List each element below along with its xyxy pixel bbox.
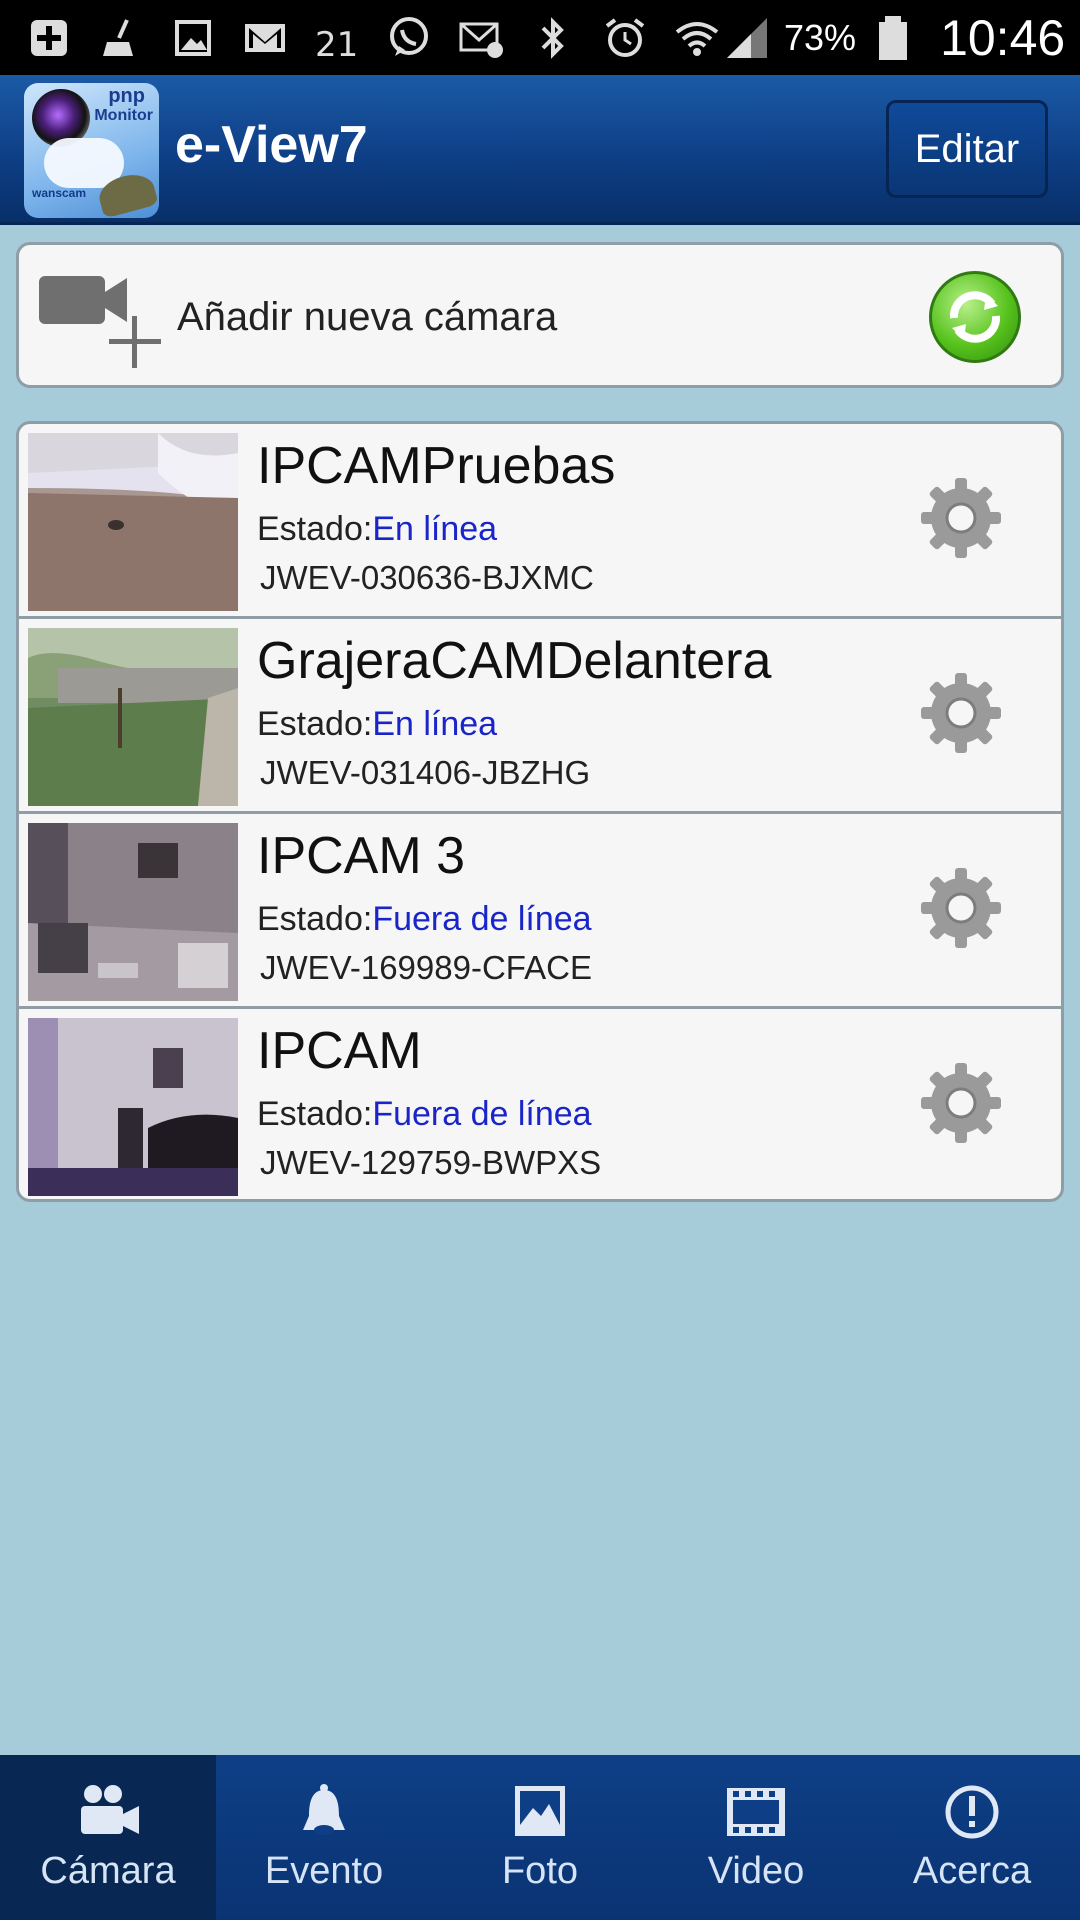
camera-item[interactable]: IPCAM Estado:Fuera de línea JWEV-129759-… <box>19 1009 1061 1199</box>
status-value: En línea <box>372 705 498 743</box>
film-icon <box>727 1788 785 1836</box>
battery-percent: 73% <box>784 16 857 58</box>
nav-tab-evento[interactable]: Evento <box>216 1755 432 1920</box>
status-label: Estado: <box>257 510 373 548</box>
add-camera-icon <box>39 276 161 368</box>
alarm-icon <box>600 13 650 63</box>
gear-icon[interactable] <box>919 866 1003 950</box>
camera-thumbnail[interactable] <box>28 823 238 1001</box>
camera-name: IPCAM 3 <box>257 827 466 885</box>
camera-name: IPCAMPruebas <box>257 437 616 495</box>
status-value: En línea <box>372 510 498 548</box>
refresh-button[interactable] <box>929 271 1021 363</box>
bottom-navigation: Cámara Evento Foto Video Acerca <box>0 1755 1080 1920</box>
nav-label: Foto <box>501 1850 579 1892</box>
photo-icon <box>515 1786 565 1836</box>
status-label: Estado: <box>257 900 373 938</box>
camera-status: Estado:Fuera de línea <box>257 1095 592 1134</box>
edit-button[interactable]: Editar <box>886 100 1048 198</box>
add-camera-row[interactable]: Añadir nueva cámara <box>16 242 1064 388</box>
app-title: e-View7 <box>175 116 368 174</box>
email-icon <box>456 13 506 63</box>
nav-tab-foto[interactable]: Foto <box>432 1755 648 1920</box>
gmail-icon <box>240 13 290 63</box>
camera-icon <box>81 1785 139 1834</box>
wifi-icon <box>672 13 722 63</box>
app-logo: pnp Monitor wanscam <box>24 83 159 218</box>
camera-id: JWEV-031406-JBZHG <box>260 754 591 791</box>
app-header: pnp Monitor wanscam e-View7 Editar <box>0 75 1080 225</box>
status-bar: 21 73% 10:46 <box>0 0 1080 75</box>
whatsapp-icon <box>384 13 434 63</box>
camera-status: Estado:Fuera de línea <box>257 900 592 939</box>
gear-icon[interactable] <box>919 671 1003 755</box>
camera-id: JWEV-169989-CFACE <box>260 949 592 986</box>
battery-icon <box>868 13 918 63</box>
camera-item[interactable]: IPCAMPruebas Estado:En línea JWEV-030636… <box>19 424 1061 619</box>
nav-tab-acerca[interactable]: Acerca <box>864 1755 1080 1920</box>
nav-label: Cámara <box>40 1850 176 1892</box>
status-label: Estado: <box>257 1095 373 1133</box>
camera-id: JWEV-030636-BJXMC <box>260 559 594 596</box>
svg-text:21: 21 <box>315 25 358 62</box>
nav-label: Evento <box>264 1850 384 1892</box>
camera-name: GrajeraCAMDelantera <box>257 632 772 690</box>
broom-icon <box>96 13 146 63</box>
logo-pnp: pnp <box>108 85 145 107</box>
nav-tab-camara[interactable]: Cámara <box>0 1755 216 1920</box>
status-label: Estado: <box>257 705 373 743</box>
status-value: Fuera de línea <box>372 1095 592 1133</box>
gear-icon[interactable] <box>919 1061 1003 1145</box>
bell-icon <box>303 1784 345 1835</box>
camera-item[interactable]: IPCAM 3 Estado:Fuera de línea JWEV-16998… <box>19 814 1061 1009</box>
add-icon <box>24 13 74 63</box>
nav-tab-video[interactable]: Video <box>648 1755 864 1920</box>
camera-thumbnail[interactable] <box>28 628 238 806</box>
clock: 10:46 <box>940 9 1066 66</box>
nav-label: Video <box>707 1850 805 1892</box>
add-camera-label: Añadir nueva cámara <box>177 295 558 339</box>
gear-icon[interactable] <box>919 476 1003 560</box>
camera-item[interactable]: GrajeraCAMDelantera Estado:En línea JWEV… <box>19 619 1061 814</box>
camera-status: Estado:En línea <box>257 510 497 549</box>
signal-icon <box>722 13 772 63</box>
camera-list: IPCAMPruebas Estado:En línea JWEV-030636… <box>16 421 1064 1202</box>
weather-icon: 21 <box>312 13 362 63</box>
image-icon <box>168 13 218 63</box>
status-value: Fuera de línea <box>372 900 592 938</box>
info-icon <box>945 1785 999 1839</box>
bluetooth-icon <box>528 13 578 63</box>
camera-thumbnail[interactable] <box>28 433 238 611</box>
camera-name: IPCAM <box>257 1022 422 1080</box>
refresh-icon <box>949 291 1001 343</box>
logo-monitor: Monitor <box>94 107 153 124</box>
nav-label: Acerca <box>912 1850 1032 1892</box>
camera-status: Estado:En línea <box>257 705 497 744</box>
logo-brand: wanscam <box>32 186 87 200</box>
camera-thumbnail[interactable] <box>28 1018 238 1196</box>
camera-id: JWEV-129759-BWPXS <box>260 1144 602 1181</box>
